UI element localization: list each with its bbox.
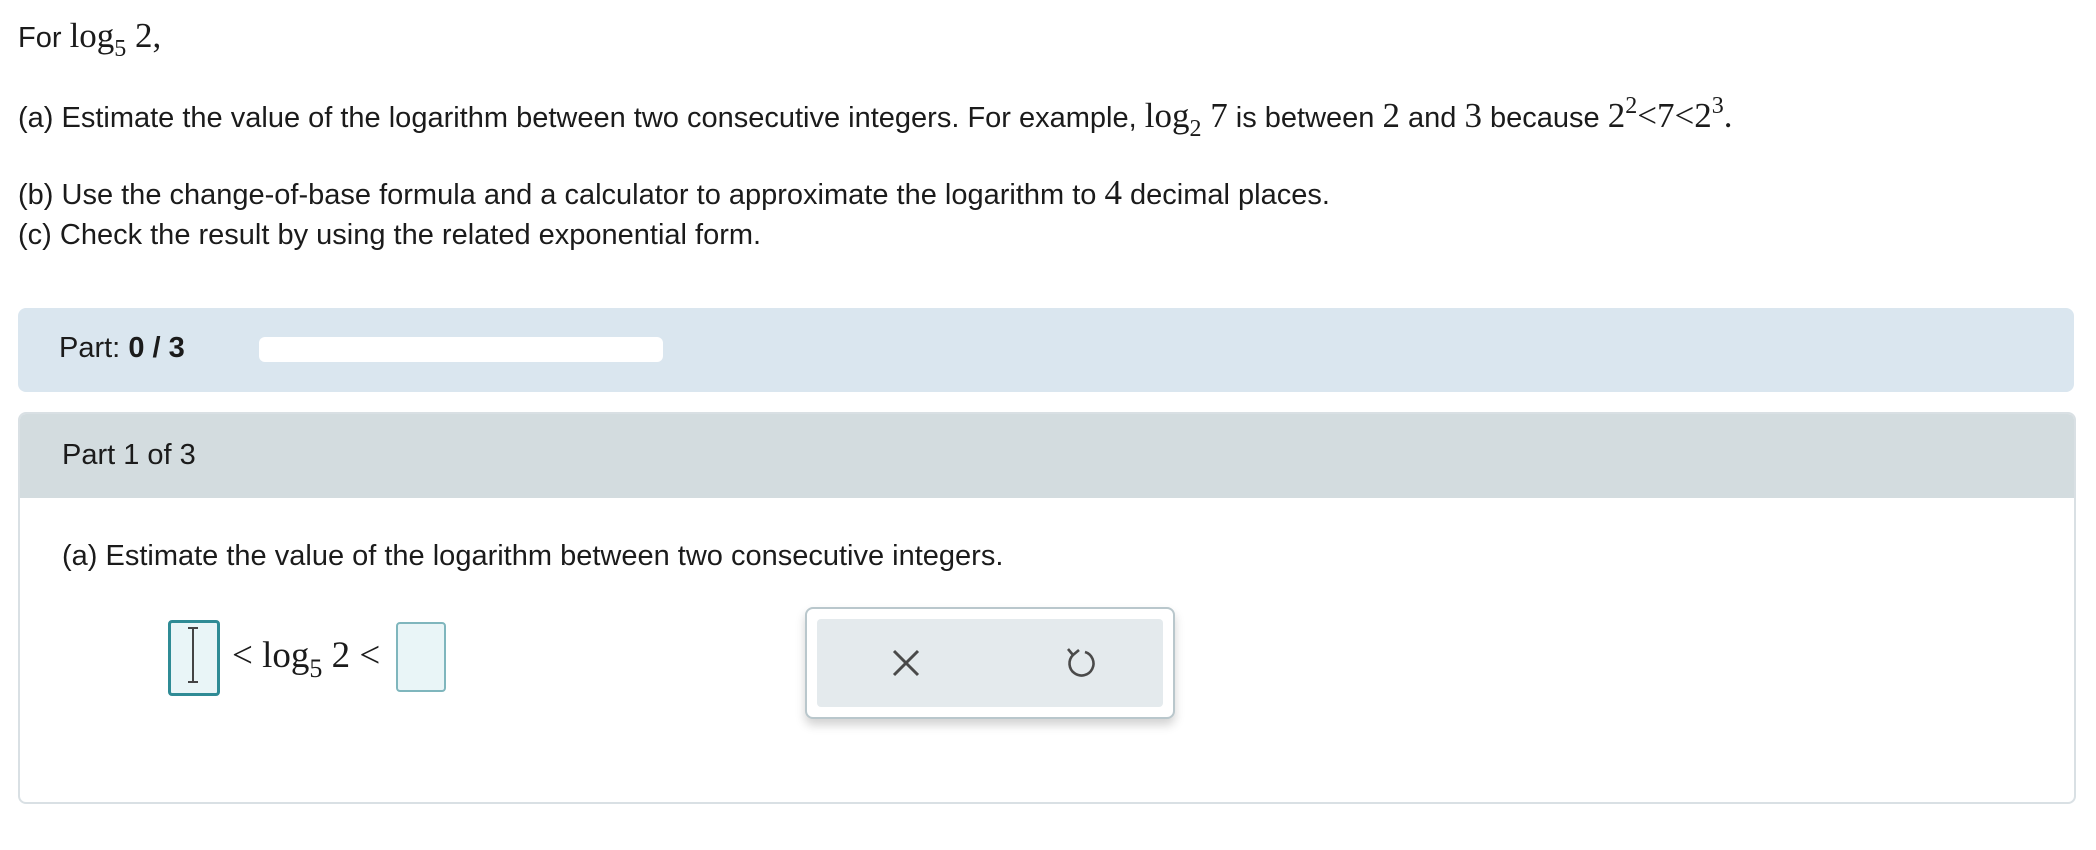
part-b-text: decimal places. — [1121, 179, 1330, 211]
upper-bound-input[interactable] — [396, 622, 446, 692]
part-b-text: (b) Use the change-of-base formula and a… — [18, 179, 1105, 211]
close-icon — [892, 649, 920, 677]
log-text: log — [1144, 96, 1190, 135]
part-a-text: (a) Estimate the value of the logarithm … — [18, 102, 1145, 134]
log-base: 5 — [309, 654, 323, 683]
log-arg: 2 — [322, 635, 351, 676]
number: 3 — [1464, 96, 1482, 135]
problem-part-b: (b) Use the change-of-base formula and a… — [18, 173, 1330, 213]
power-exponent: 3 — [1711, 93, 1724, 119]
part-a-text: and — [1399, 102, 1465, 134]
undo-button[interactable] — [1057, 639, 1105, 687]
progress-track — [259, 337, 663, 362]
undo-icon — [1067, 648, 1095, 677]
number: 4 — [1104, 173, 1122, 212]
power-base: 2 — [1694, 96, 1712, 135]
number: 2 — [1382, 96, 1400, 135]
power-base: 2 — [1607, 96, 1626, 135]
part-header: Part 1 of 3 — [20, 414, 2074, 498]
part-progress-label: Part: 0 / 3 — [59, 332, 185, 365]
log-text: log — [262, 635, 310, 676]
clear-button[interactable] — [882, 639, 930, 687]
problem-part-c: (c) Check the result by using the relate… — [18, 219, 762, 251]
log-arg: 7 — [1201, 96, 1228, 135]
answer-tools-inner — [817, 619, 1163, 707]
log-arg: 2, — [126, 16, 162, 55]
inequality-middle: <7< — [1637, 96, 1695, 135]
answer-tools-panel — [805, 607, 1175, 719]
period: . — [1723, 96, 1733, 135]
part-count: 0 / 3 — [128, 332, 185, 364]
part-progress-bar: Part: 0 / 3 — [18, 308, 2074, 392]
less-than: < — [350, 635, 381, 676]
intro-math: log5 2, — [69, 16, 162, 61]
log-expression: < log5 2 < — [232, 634, 381, 682]
log-text: log — [69, 16, 115, 55]
part-a-text: is between — [1227, 102, 1383, 134]
power-exponent: 2 — [1625, 93, 1638, 119]
inequality: 22<7<23. — [1607, 93, 1733, 135]
lower-bound-input[interactable] — [168, 620, 220, 696]
less-than: < — [232, 635, 263, 676]
intro-text: For — [18, 22, 70, 54]
part-question: (a) Estimate the value of the logarithm … — [62, 540, 1004, 572]
text-cursor-icon — [188, 627, 198, 683]
part-a-text: because — [1481, 102, 1608, 134]
log-base: 5 — [114, 36, 127, 62]
problem-intro: For log5 2, — [18, 16, 162, 61]
log-base: 2 — [1189, 116, 1202, 142]
example-log: log2 7 — [1144, 96, 1228, 141]
part-header-title: Part 1 of 3 — [62, 439, 196, 471]
part-label: Part: — [59, 332, 129, 364]
problem-part-a: (a) Estimate the value of the logarithm … — [18, 93, 1733, 141]
